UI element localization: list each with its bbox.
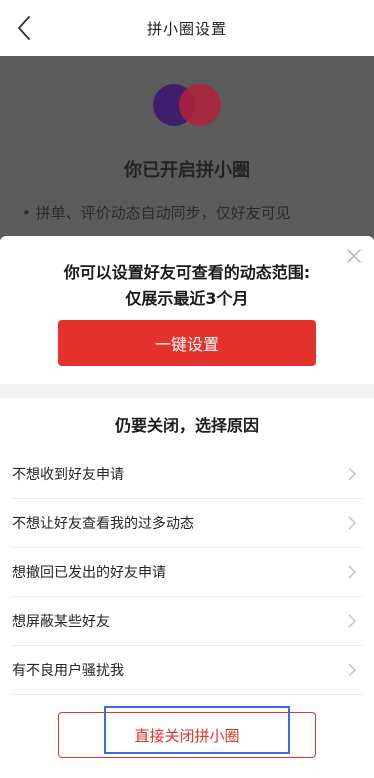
close-pinxiaoquan-button[interactable]: 直接关闭拼小圈 <box>58 712 316 758</box>
reason-item[interactable]: 不想让好友查看我的过多动态 <box>12 499 362 548</box>
reason-label: 有不良用户骚扰我 <box>12 663 124 679</box>
reason-item[interactable]: 想屏蔽某些好友 <box>12 597 362 646</box>
reason-list: 不想收到好友申请 不想让好友查看我的过多动态 想撤回已发出的好友申请 想屏蔽某些… <box>0 450 374 695</box>
range-prompt: 你可以设置好友可查看的动态范围: 仅展示最近3个月 <box>0 260 374 312</box>
one-click-setup-button[interactable]: 一键设置 <box>58 320 316 366</box>
reason-section-title: 仍要关闭，选择原因 <box>114 416 259 435</box>
chevron-right-icon <box>348 516 357 530</box>
section-divider <box>0 384 374 398</box>
prompt-line-2: 仅展示最近3个月 <box>125 289 249 308</box>
page-title: 拼小圈设置 <box>146 19 227 38</box>
reason-item[interactable]: 想撤回已发出的好友申请 <box>12 548 362 597</box>
chevron-right-icon <box>348 565 357 579</box>
prompt-line-1: 你可以设置好友可查看的动态范围: <box>63 263 311 282</box>
pinxiaoquan-logo-icon <box>153 84 221 126</box>
reason-item[interactable]: 不想收到好友申请 <box>12 450 362 499</box>
dimmed-background: 你已开启拼小圈 • 拼单、评价动态自动同步，仅好友可见 <box>0 56 374 240</box>
reason-label: 想撤回已发出的好友申请 <box>12 565 166 581</box>
reason-label: 不想收到好友申请 <box>12 467 124 483</box>
enabled-headline: 你已开启拼小圈 <box>124 160 250 181</box>
chevron-right-icon <box>348 467 357 481</box>
chevron-right-icon <box>348 663 357 677</box>
chevron-right-icon <box>348 614 357 628</box>
chevron-left-icon <box>18 16 30 40</box>
back-button[interactable] <box>10 14 38 42</box>
reason-item[interactable]: 有不良用户骚扰我 <box>12 646 362 695</box>
reason-label: 不想让好友查看我的过多动态 <box>12 516 194 532</box>
nav-bar: 拼小圈设置 <box>0 0 374 56</box>
sync-note: • 拼单、评价动态自动同步，仅好友可见 <box>22 204 291 222</box>
bottom-sheet: 你可以设置好友可查看的动态范围: 仅展示最近3个月 一键设置 仍要关闭，选择原因… <box>0 236 374 778</box>
reason-label: 想屏蔽某些好友 <box>12 614 110 630</box>
